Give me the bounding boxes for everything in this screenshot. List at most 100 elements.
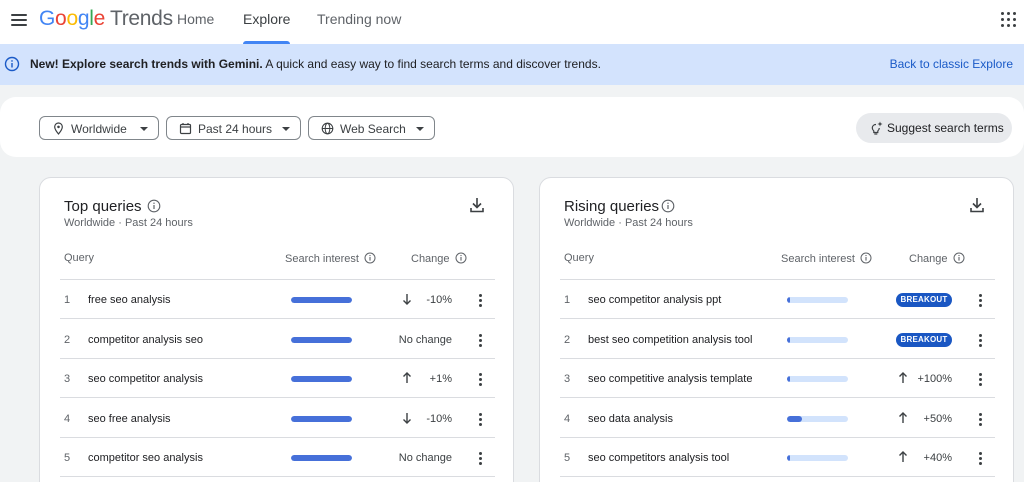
query-row[interactable]: 1 free seo analysis -10% xyxy=(60,280,495,319)
calendar-icon xyxy=(179,123,192,135)
suggest-search-terms-label: Suggest search terms xyxy=(887,121,1004,135)
query-row[interactable]: 1 seo competitor analysis ppt BREAKOUT xyxy=(560,280,995,319)
search-interest-bar-fill xyxy=(291,415,352,422)
more-options-icon[interactable] xyxy=(477,411,485,427)
query-row[interactable]: 3 seo competitor analysis +1% xyxy=(60,359,495,398)
location-filter-chip[interactable]: Worldwide xyxy=(39,116,159,140)
search-interest-bar xyxy=(787,455,848,461)
info-icon[interactable] xyxy=(147,199,161,213)
more-options-dot xyxy=(479,417,482,421)
more-options-dot xyxy=(479,333,482,337)
query-row[interactable]: 3 seo competitive analysis template +100% xyxy=(560,359,995,398)
query-rank: 1 xyxy=(64,294,71,306)
query-term[interactable]: seo competitor analysis xyxy=(88,373,203,385)
top-app-bar: Google Trends Home Explore Trending now xyxy=(0,0,1024,44)
arrow-up-icon xyxy=(403,372,411,383)
query-row[interactable]: 5 seo competitors analysis tool +40% xyxy=(560,438,995,477)
query-rank: 3 xyxy=(64,373,71,385)
logo-letter: e xyxy=(93,7,106,30)
query-term[interactable]: seo competitors analysis tool xyxy=(588,452,729,464)
search-type-filter-chip[interactable]: Web Search xyxy=(308,116,435,140)
rising-queries-title: Rising queries xyxy=(564,198,660,215)
subtitle-time: Past 24 hours xyxy=(124,217,193,229)
info-icon[interactable] xyxy=(364,252,376,264)
globe-icon xyxy=(321,122,334,135)
query-row[interactable]: 4 seo data analysis +50% xyxy=(560,399,995,438)
query-row[interactable]: 2 best seo competition analysis tool BREAK… xyxy=(560,320,995,359)
more-options-dot xyxy=(979,343,982,347)
query-row[interactable]: 2 competitor analysis seo No change xyxy=(60,320,495,359)
info-icon[interactable] xyxy=(860,252,872,264)
search-interest-bar-fill xyxy=(787,415,803,422)
query-rank: 2 xyxy=(564,333,571,346)
more-options-dot xyxy=(479,462,482,465)
change-value: No change xyxy=(398,333,452,346)
search-interest-bar xyxy=(291,376,352,382)
more-options-dot xyxy=(979,299,982,302)
more-options-icon[interactable] xyxy=(977,450,985,466)
search-type-filter-label: Web Search xyxy=(340,122,406,136)
info-icon[interactable] xyxy=(455,252,467,264)
change-value: -10% xyxy=(426,412,452,425)
search-interest-bar-fill xyxy=(787,297,790,303)
download-icon[interactable] xyxy=(969,196,985,214)
chevron-down-icon xyxy=(140,127,148,131)
more-options-icon[interactable] xyxy=(977,332,985,348)
query-rank: 5 xyxy=(64,452,71,464)
arrow-down-icon xyxy=(403,412,411,424)
query-term[interactable]: free seo analysis xyxy=(88,294,171,306)
logo-suffix: Trends xyxy=(109,7,173,30)
hamburger-menu-icon[interactable] xyxy=(9,10,29,30)
query-rank: 1 xyxy=(564,294,571,306)
query-column-header: Query xyxy=(564,252,594,264)
info-icon[interactable] xyxy=(953,252,965,264)
query-term[interactable]: competitor seo analysis xyxy=(88,452,203,464)
more-options-icon[interactable] xyxy=(477,292,485,308)
search-interest-bar xyxy=(291,455,352,461)
query-term[interactable]: seo competitive analysis template xyxy=(588,373,752,385)
google-trends-logo[interactable]: Google Trends xyxy=(39,7,173,31)
tab-home[interactable]: Home xyxy=(177,0,214,44)
more-options-dot xyxy=(979,378,982,381)
more-options-icon[interactable] xyxy=(477,371,485,387)
more-options-icon[interactable] xyxy=(977,411,985,427)
back-to-classic-explore-link[interactable]: Back to classic Explore xyxy=(890,57,1013,71)
more-options-icon[interactable] xyxy=(477,332,485,348)
time-filter-chip[interactable]: Past 24 hours xyxy=(166,116,301,140)
query-term[interactable]: seo data analysis xyxy=(588,413,673,425)
search-interest-bar-fill xyxy=(291,376,352,382)
query-term[interactable]: seo competitor analysis ppt xyxy=(588,294,721,306)
tab-trending-now[interactable]: Trending now xyxy=(317,0,401,44)
banner-message: New! Explore search trends with Gemini. … xyxy=(30,57,601,71)
query-term[interactable]: seo free analysis xyxy=(88,413,171,425)
chevron-down-icon xyxy=(282,127,290,131)
more-options-icon[interactable] xyxy=(477,450,485,466)
search-interest-bar xyxy=(787,415,848,422)
info-icon xyxy=(4,56,20,72)
query-rank: 3 xyxy=(564,373,571,385)
info-icon[interactable] xyxy=(661,199,675,213)
more-options-icon[interactable] xyxy=(977,292,985,308)
more-options-dot xyxy=(979,422,982,426)
more-options-dot xyxy=(479,294,482,297)
more-options-dot xyxy=(479,304,482,307)
breakout-badge: BREAKOUT xyxy=(896,293,952,307)
change-header-label: Change xyxy=(411,253,450,265)
more-options-dot xyxy=(479,378,482,381)
subtitle-location: Worldwide xyxy=(64,217,116,229)
arrow-up-icon xyxy=(899,411,907,423)
query-row[interactable]: 5 competitor seo analysis No change xyxy=(60,438,495,477)
more-options-dot xyxy=(479,338,482,342)
change-value: +1% xyxy=(429,373,452,385)
more-options-dot xyxy=(479,373,482,376)
download-icon[interactable] xyxy=(469,196,485,214)
change-value: +100% xyxy=(917,373,952,385)
query-term[interactable]: best seo competition analysis tool xyxy=(588,334,752,346)
query-term[interactable]: competitor analysis seo xyxy=(88,334,203,346)
apps-grid-icon[interactable] xyxy=(1000,11,1018,29)
query-row[interactable]: 4 seo free analysis -10% xyxy=(60,399,495,438)
more-options-icon[interactable] xyxy=(977,371,985,387)
search-interest-bar xyxy=(787,376,848,382)
suggest-search-terms-button[interactable]: Suggest search terms xyxy=(856,113,1012,143)
tab-explore[interactable]: Explore xyxy=(243,0,291,44)
